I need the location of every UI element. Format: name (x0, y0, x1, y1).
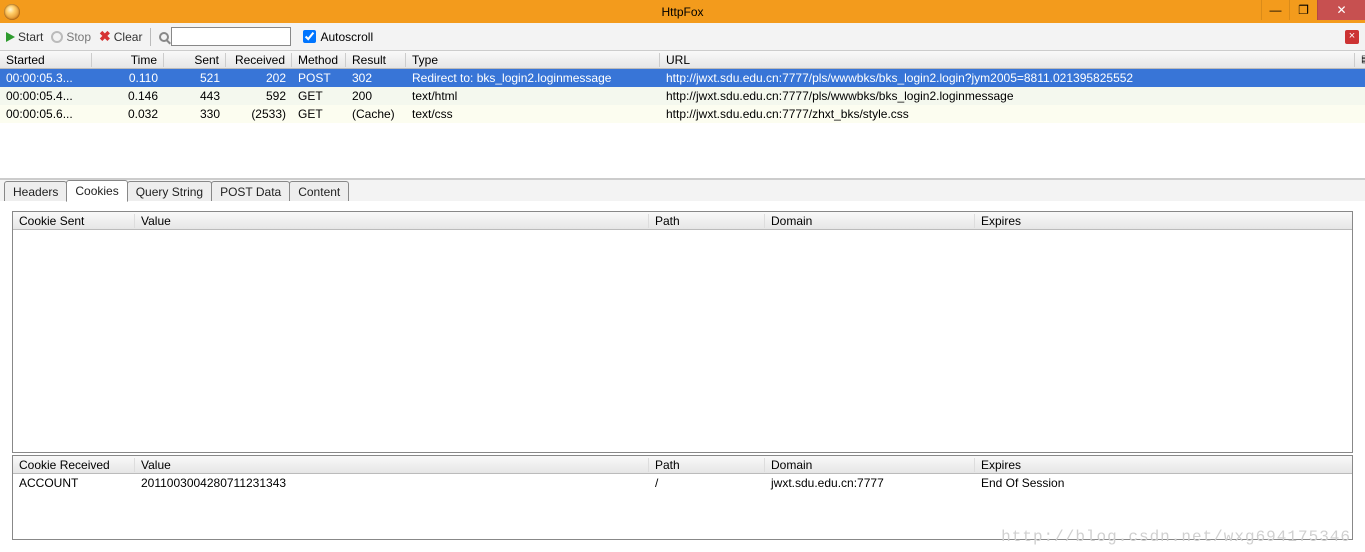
filter-input[interactable] (171, 27, 291, 46)
col-sent[interactable]: Sent (164, 53, 226, 67)
minimize-button[interactable]: — (1261, 0, 1289, 20)
cr-col-expires[interactable]: Expires (975, 458, 1345, 472)
cs-col-value[interactable]: Value (135, 214, 649, 228)
table-row[interactable]: 00:00:05.4...0.146443592GET200text/htmlh… (0, 87, 1365, 105)
window-title: HttpFox (0, 5, 1365, 19)
col-time[interactable]: Time (92, 53, 164, 67)
col-method[interactable]: Method (292, 53, 346, 67)
cookies-sent-grid: Cookie Sent Value Path Domain Expires (12, 211, 1353, 453)
cookies-recv-header: Cookie Received Value Path Domain Expire… (13, 456, 1352, 474)
stop-label: Stop (66, 30, 91, 44)
tab-headers[interactable]: Headers (4, 181, 67, 202)
tab-cookies[interactable]: Cookies (66, 180, 127, 202)
autoscroll-checkbox[interactable] (303, 30, 316, 43)
panel-close-button[interactable]: × (1345, 30, 1359, 44)
window-buttons: — ❐ ✕ (1261, 0, 1365, 20)
request-list: Started Time Sent Received Method Result… (0, 51, 1365, 179)
col-started[interactable]: Started (0, 53, 92, 67)
play-icon (6, 32, 15, 42)
restore-button[interactable]: ❐ (1289, 0, 1317, 20)
cookies-recv-body[interactable]: ACCOUNT2011003004280711231343/jwxt.sdu.e… (13, 474, 1352, 492)
start-label: Start (18, 30, 43, 44)
cs-col-expires[interactable]: Expires (975, 214, 1345, 228)
autoscroll-label: Autoscroll (320, 30, 373, 44)
toolbar-separator (150, 28, 151, 46)
search-icon (159, 32, 169, 42)
detail-tabs: HeadersCookiesQuery StringPOST DataConte… (0, 179, 1365, 201)
col-received[interactable]: Received (226, 53, 292, 67)
cookies-panel: Cookie Sent Value Path Domain Expires Co… (0, 201, 1365, 552)
stop-icon (51, 31, 63, 43)
table-row[interactable]: ACCOUNT2011003004280711231343/jwxt.sdu.e… (13, 474, 1352, 492)
cr-col-domain[interactable]: Domain (765, 458, 975, 472)
cs-col-domain[interactable]: Domain (765, 214, 975, 228)
request-header-row: Started Time Sent Received Method Result… (0, 51, 1365, 69)
cr-col-value[interactable]: Value (135, 458, 649, 472)
tab-content[interactable]: Content (289, 181, 349, 202)
column-picker-icon[interactable]: ▤ (1355, 54, 1365, 65)
cr-col-path[interactable]: Path (649, 458, 765, 472)
toolbar: Start Stop ✖ Clear Autoscroll × (0, 23, 1365, 51)
col-url[interactable]: URL (660, 53, 1355, 67)
tab-post-data[interactable]: POST Data (211, 181, 290, 202)
cookies-sent-header: Cookie Sent Value Path Domain Expires (13, 212, 1352, 230)
clear-label: Clear (114, 30, 143, 44)
stop-button[interactable]: Stop (51, 30, 91, 44)
request-body[interactable]: 00:00:05.3...0.110521202POST302Redirect … (0, 69, 1365, 179)
table-row[interactable]: 00:00:05.3...0.110521202POST302Redirect … (0, 69, 1365, 87)
start-button[interactable]: Start (6, 30, 43, 44)
col-type[interactable]: Type (406, 53, 660, 67)
cs-col-name[interactable]: Cookie Sent (13, 214, 135, 228)
autoscroll-toggle[interactable]: Autoscroll (303, 30, 373, 44)
table-row[interactable]: 00:00:05.6...0.032330(2533)GET(Cache)tex… (0, 105, 1365, 123)
tab-query-string[interactable]: Query String (127, 181, 212, 202)
clear-x-icon: ✖ (99, 28, 111, 45)
clear-button[interactable]: ✖ Clear (99, 28, 142, 45)
col-result[interactable]: Result (346, 53, 406, 67)
close-button[interactable]: ✕ (1317, 0, 1365, 20)
cr-col-name[interactable]: Cookie Received (13, 458, 135, 472)
cookies-received-grid: Cookie Received Value Path Domain Expire… (12, 455, 1353, 540)
cs-col-path[interactable]: Path (649, 214, 765, 228)
title-bar: HttpFox — ❐ ✕ (0, 0, 1365, 23)
